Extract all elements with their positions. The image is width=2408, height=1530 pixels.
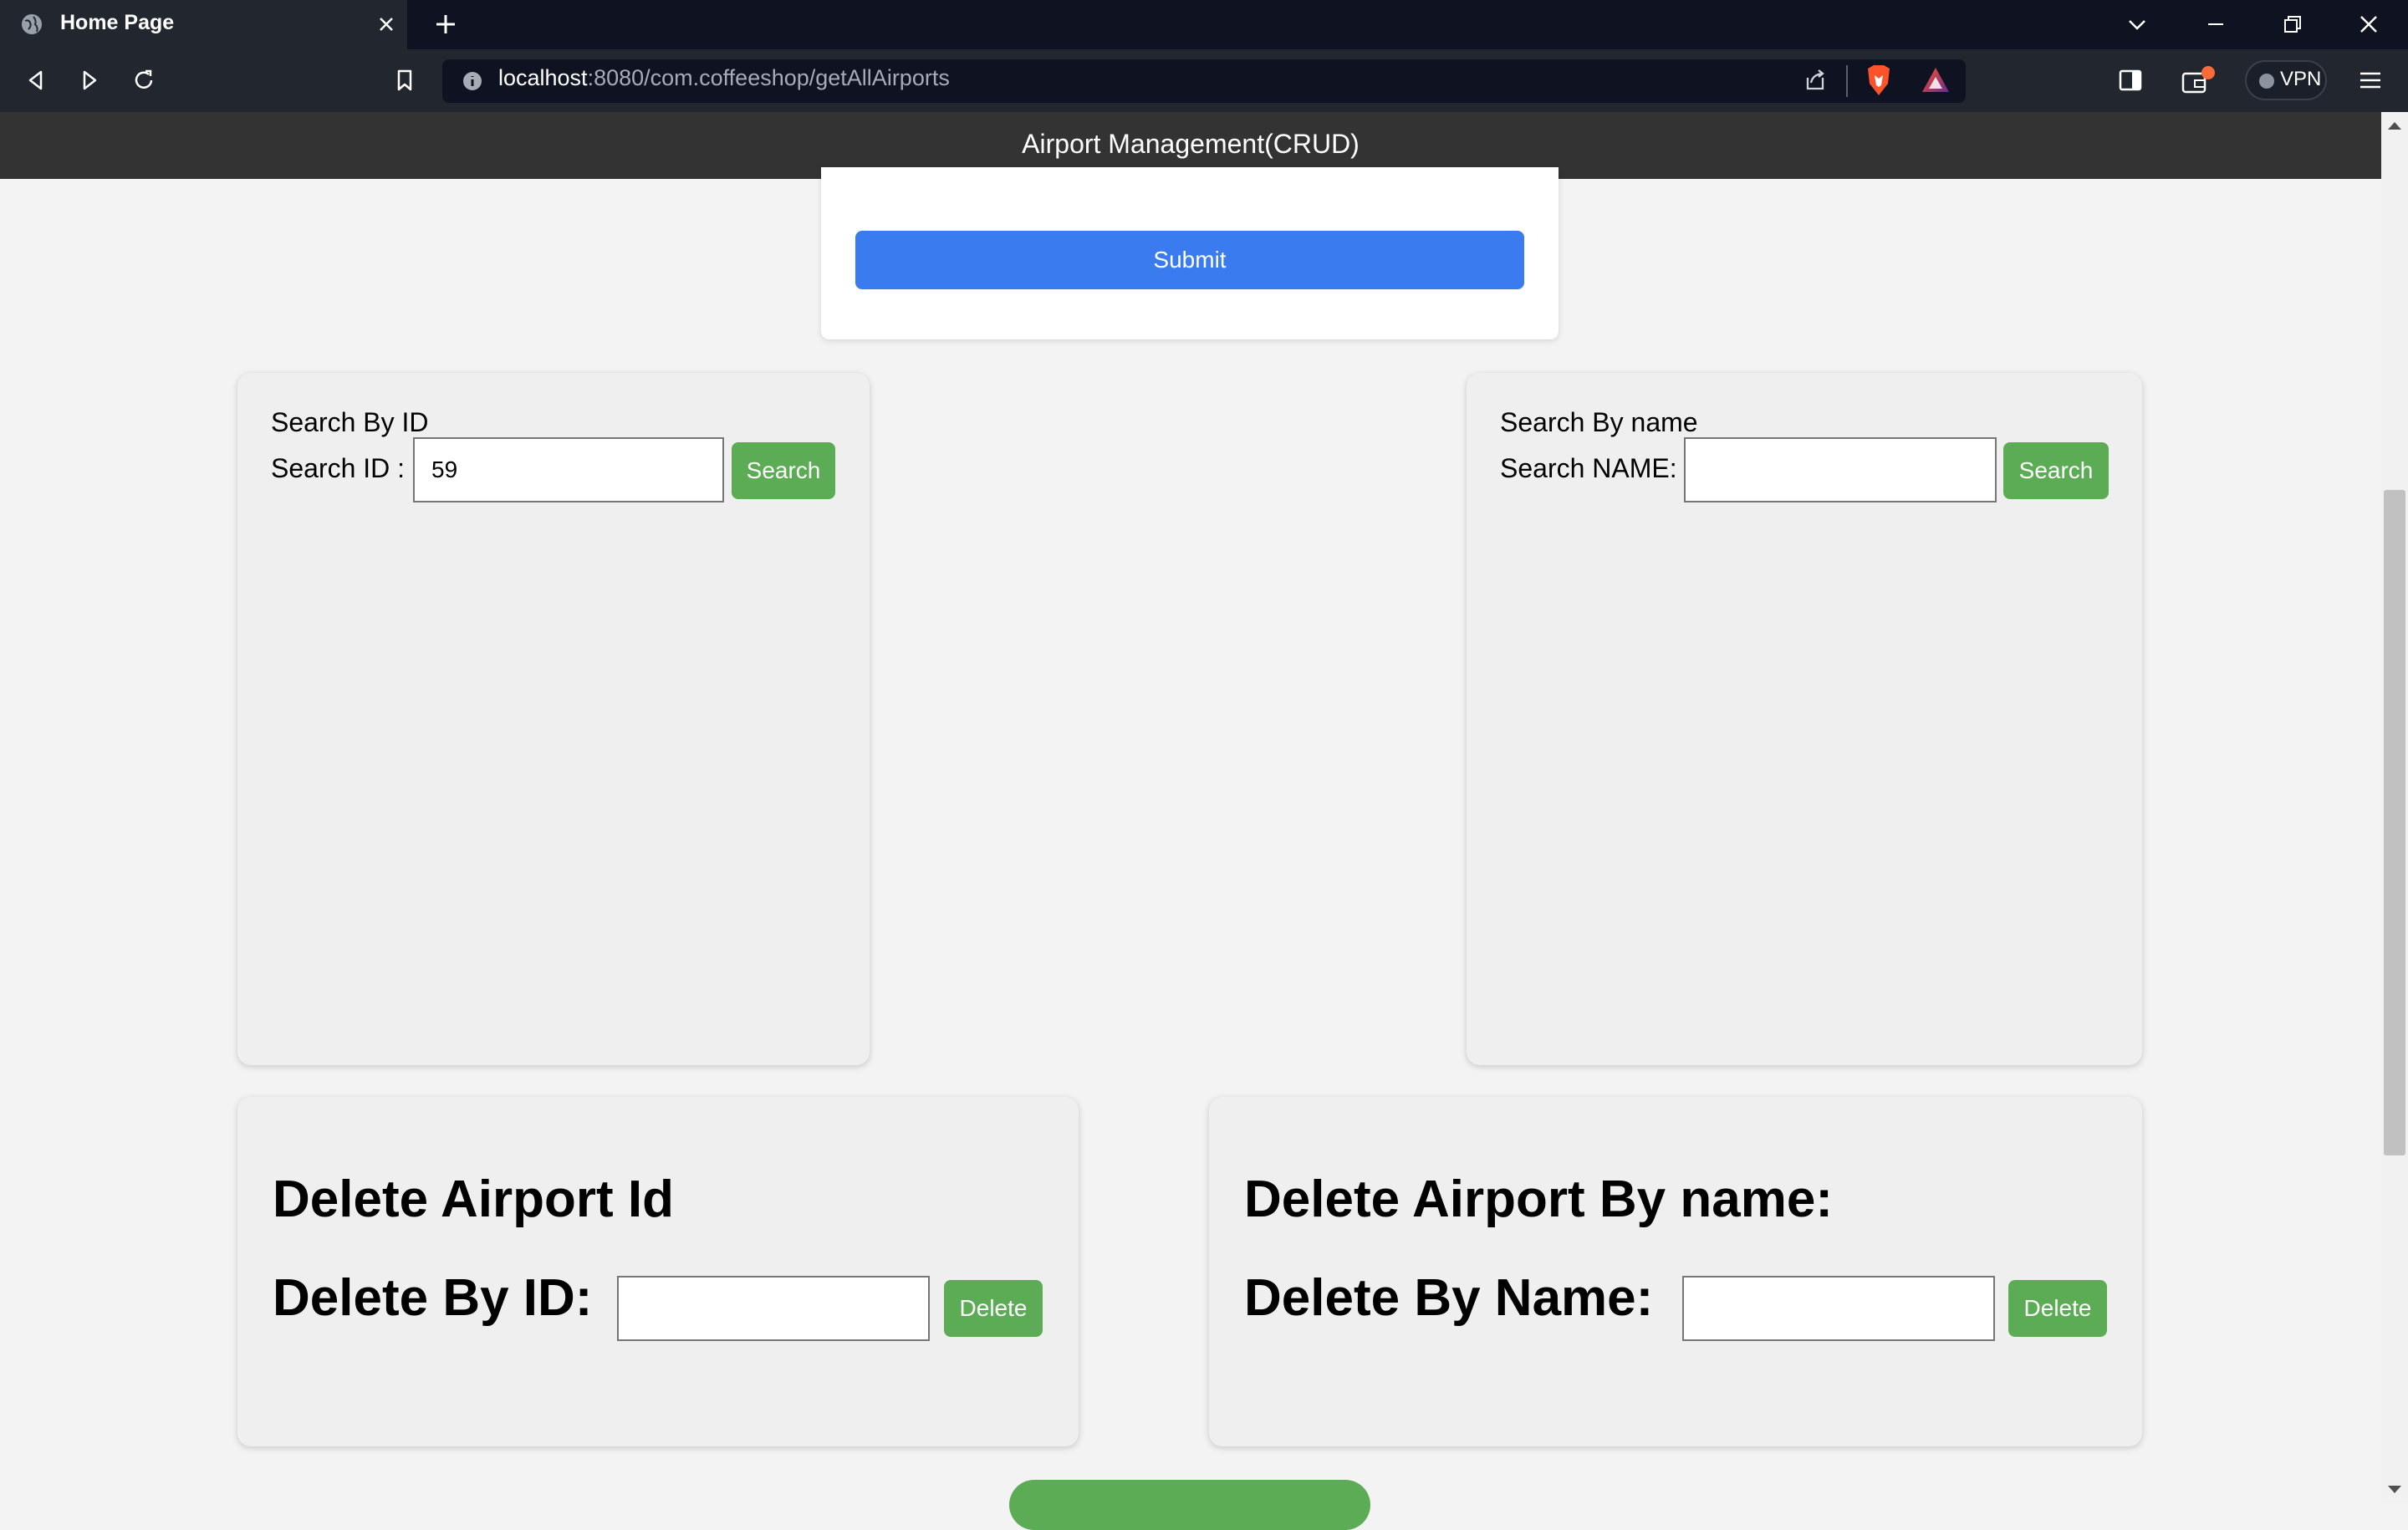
restore-icon[interactable]	[2280, 12, 2305, 37]
delete-by-id-button[interactable]: Delete	[944, 1280, 1043, 1337]
close-icon[interactable]	[375, 13, 398, 36]
delete-by-name-button[interactable]: Delete	[2008, 1280, 2107, 1337]
forward-icon[interactable]	[75, 66, 104, 94]
delete-by-name-label: Delete By Name:	[1244, 1269, 1654, 1327]
share-icon[interactable]	[1801, 66, 1829, 94]
search-id-label: Search ID :	[271, 453, 406, 483]
search-id-input[interactable]	[413, 437, 724, 502]
close-window-icon[interactable]	[2356, 12, 2381, 37]
search-by-id-heading: Search By ID	[271, 407, 429, 437]
scroll-up-arrow-icon[interactable]	[2385, 119, 2405, 132]
tab-title: Home Page	[60, 11, 175, 34]
bookmark-icon[interactable]	[390, 66, 419, 94]
scroll-down-arrow-icon[interactable]	[2385, 1483, 2405, 1497]
search-by-id-button[interactable]: Search	[732, 442, 835, 499]
site-info-icon[interactable]	[461, 69, 484, 93]
wallet-icon[interactable]	[2180, 65, 2217, 99]
delete-id-input[interactable]	[617, 1276, 930, 1341]
search-name-label: Search NAME:	[1500, 453, 1677, 483]
delete-by-name-heading: Delete Airport By name:	[1244, 1170, 1833, 1228]
globe-icon	[22, 14, 42, 34]
plus-icon[interactable]	[433, 12, 458, 37]
url-text[interactable]: localhost:8080/com.coffeeshop/getAllAirp…	[498, 65, 950, 91]
divider	[1846, 65, 1848, 97]
search-by-name-button[interactable]: Search	[2003, 442, 2109, 499]
get-all-airports-button[interactable]	[1009, 1480, 1370, 1530]
url-host: localhost	[498, 65, 588, 90]
delete-by-id-label: Delete By ID:	[273, 1269, 593, 1327]
brave-shields-icon[interactable]	[1865, 64, 1893, 97]
sidebar-icon[interactable]	[2116, 66, 2145, 94]
search-name-input[interactable]	[1684, 437, 1997, 502]
vpn-status-dot-icon	[2259, 74, 2274, 89]
brave-rewards-icon[interactable]	[1921, 65, 1951, 95]
reload-icon[interactable]	[130, 66, 158, 94]
page-title: Airport Management(CRUD)	[1022, 129, 1360, 159]
search-by-name-heading: Search By name	[1500, 407, 1698, 437]
back-icon[interactable]	[22, 66, 50, 94]
scrollbar-thumb[interactable]	[2384, 490, 2405, 1155]
url-path: :8080/com.coffeeshop/getAllAirports	[587, 65, 950, 90]
delete-by-id-heading: Delete Airport Id	[273, 1170, 674, 1228]
vpn-label: VPN	[2280, 68, 2322, 90]
minimize-icon[interactable]	[2203, 12, 2228, 37]
chevron-down-icon[interactable]	[2125, 12, 2150, 37]
delete-name-input[interactable]	[1682, 1276, 1995, 1341]
menu-icon[interactable]	[2356, 66, 2385, 94]
submit-button[interactable]: Submit	[855, 231, 1524, 289]
